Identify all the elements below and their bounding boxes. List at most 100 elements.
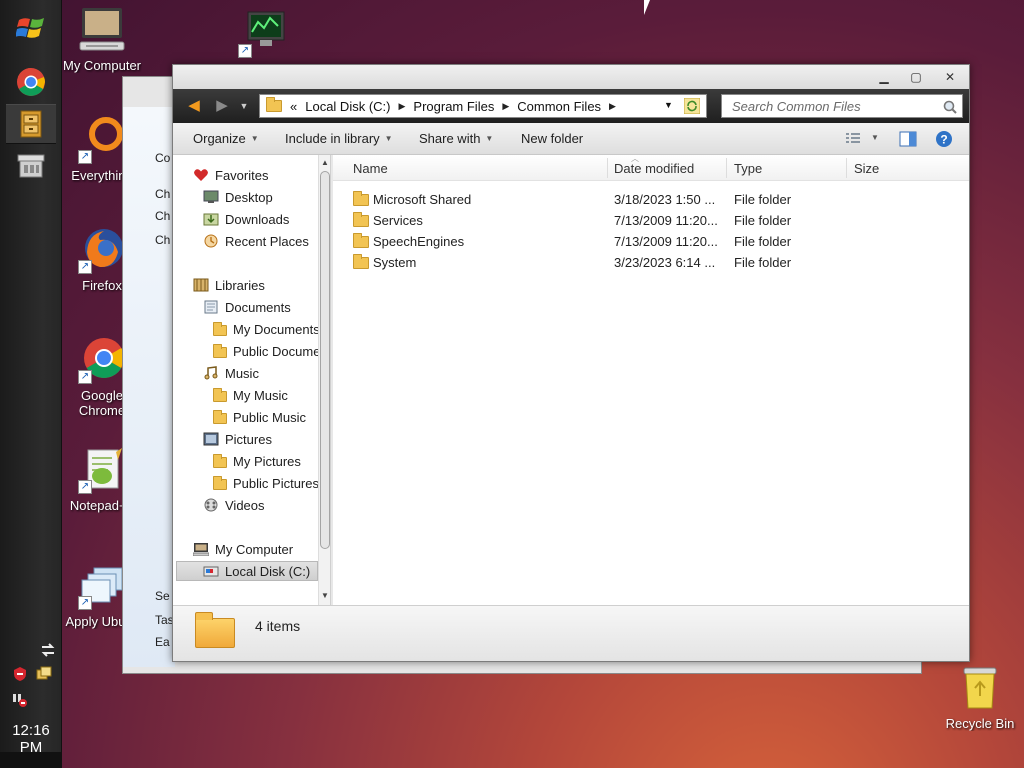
nav-label: My Computer	[215, 541, 294, 557]
view-details-icon[interactable]	[845, 132, 861, 146]
recent-places-icon	[204, 234, 218, 248]
nav-public-pictures[interactable]: Public Pictures	[213, 473, 330, 493]
file-name[interactable]: Microsoft Shared	[373, 192, 471, 207]
nav-music[interactable]: Music	[203, 363, 330, 383]
explorer-window[interactable]: ▁ ▢ ✕ ◀ ▶ ▼ « Local Disk (C:) ▶ Program …	[172, 64, 970, 662]
videos-icon	[204, 498, 218, 512]
column-separator[interactable]	[726, 158, 727, 178]
help-icon[interactable]: ?	[935, 130, 953, 148]
search-icon[interactable]	[943, 100, 957, 114]
windows-tray-icon[interactable]	[36, 666, 52, 682]
shortcut-arrow-icon: ↗	[78, 260, 92, 274]
background-window-label: Co	[155, 151, 171, 165]
file-date: 7/13/2009 11:20...	[614, 213, 718, 228]
nav-my-pictures[interactable]: My Pictures	[213, 451, 330, 471]
column-separator[interactable]	[846, 158, 847, 178]
file-row[interactable]: Services 7/13/2009 11:20... File folder	[351, 210, 951, 231]
start-button[interactable]	[6, 8, 56, 48]
taskbar-clock[interactable]: 12:16 PM	[0, 722, 62, 756]
chrome-icon	[17, 67, 45, 96]
column-header-type[interactable]: Type	[734, 155, 844, 181]
view-options-chevron-icon[interactable]: ▼	[871, 133, 879, 142]
local-disk-icon	[203, 566, 219, 577]
desktop-icon-my-computer[interactable]: My Computer	[62, 6, 142, 73]
recent-pages-button[interactable]: ▼	[235, 98, 253, 114]
file-name[interactable]: System	[373, 255, 416, 270]
nav-documents[interactable]: Documents	[203, 297, 330, 317]
breadcrumb-separator-icon[interactable]: ▶	[609, 101, 616, 112]
desktop-icon	[203, 190, 219, 203]
nav-my-computer[interactable]: My Computer	[193, 539, 330, 559]
nav-downloads[interactable]: Downloads	[203, 209, 330, 229]
refresh-icon[interactable]	[684, 98, 700, 114]
taskbar-archive-button[interactable]	[6, 146, 56, 186]
network-arrows-icon[interactable]	[40, 642, 56, 658]
shortcut-arrow-icon: ↗	[78, 480, 92, 494]
file-row[interactable]: Microsoft Shared 3/18/2023 1:50 ... File…	[351, 189, 951, 210]
nav-desktop[interactable]: Desktop	[203, 187, 330, 207]
breadcrumb-common-files[interactable]: Common Files	[517, 99, 601, 114]
taskbar-chrome-button[interactable]	[6, 62, 56, 102]
close-button[interactable]: ✕	[939, 69, 961, 85]
nav-local-disk[interactable]: Local Disk (C:)	[176, 561, 318, 581]
address-dropdown-icon[interactable]: ▼	[664, 100, 673, 110]
file-name[interactable]: SpeechEngines	[373, 234, 464, 249]
minimize-button[interactable]: ▁	[873, 69, 895, 85]
forward-button[interactable]: ▶	[213, 98, 231, 114]
file-row[interactable]: System 3/23/2023 6:14 ... File folder	[351, 252, 951, 273]
maximize-button[interactable]: ▢	[905, 69, 927, 85]
breadcrumb-local-disk[interactable]: Local Disk (C:)	[305, 99, 390, 114]
nav-public-documents[interactable]: Public Documents	[213, 341, 330, 361]
recycle-bin-icon	[963, 667, 997, 709]
column-header-size[interactable]: Size	[854, 155, 934, 181]
nav-label: Documents	[225, 299, 291, 315]
nav-label: Local Disk (C:)	[225, 563, 311, 579]
scroll-thumb[interactable]	[320, 171, 330, 549]
taskbar-explorer-button[interactable]	[6, 104, 56, 144]
share-with-menu[interactable]: Share with ▼	[419, 131, 493, 146]
breadcrumb-program-files[interactable]: Program Files	[413, 99, 494, 114]
organize-menu[interactable]: Organize ▼	[193, 131, 259, 146]
chevron-down-icon: ▼	[485, 134, 494, 143]
shield-tray-icon[interactable]	[12, 666, 28, 682]
breadcrumb-separator-icon[interactable]: ▶	[502, 101, 509, 112]
file-row[interactable]: SpeechEngines 7/13/2009 11:20... File fo…	[351, 231, 951, 252]
desktop-icon-recycle-bin[interactable]: Recycle Bin	[940, 664, 1020, 731]
address-field[interactable]: « Local Disk (C:) ▶ Program Files ▶ Comm…	[259, 94, 707, 118]
folder-icon	[195, 612, 235, 648]
nav-libraries[interactable]: Libraries	[193, 275, 330, 295]
address-bar-area: ◀ ▶ ▼ « Local Disk (C:) ▶ Program Files …	[173, 89, 969, 123]
nav-label: Desktop	[225, 189, 273, 205]
column-separator[interactable]	[607, 158, 608, 178]
file-list[interactable]: Name ︿ Date modified Type Size Microsoft…	[333, 154, 969, 605]
file-name[interactable]: Services	[373, 213, 423, 228]
share-with-label: Share with	[419, 131, 481, 146]
breadcrumb-separator-icon[interactable]: ▶	[398, 101, 405, 112]
nav-label: My Music	[233, 387, 288, 403]
nav-pictures[interactable]: Pictures	[203, 429, 330, 449]
title-bar[interactable]: ▁ ▢ ✕	[173, 65, 969, 89]
nav-public-music[interactable]: Public Music	[213, 407, 330, 427]
include-in-library-menu[interactable]: Include in library ▼	[285, 131, 393, 146]
network-disconnected-icon[interactable]	[12, 692, 28, 708]
pictures-icon	[203, 432, 219, 446]
include-in-library-label: Include in library	[285, 131, 380, 146]
nav-recent-places[interactable]: Recent Places	[203, 231, 330, 251]
nav-my-documents[interactable]: My Documents	[213, 319, 330, 339]
preview-pane-icon[interactable]	[899, 131, 917, 147]
back-button[interactable]: ◀	[185, 98, 203, 114]
file-date: 3/23/2023 6:14 ...	[614, 255, 716, 270]
nav-favorites[interactable]: Favorites	[193, 165, 330, 185]
scroll-down-icon[interactable]: ▼	[321, 591, 329, 600]
desktop-icon-label: My Computer	[62, 58, 142, 73]
breadcrumb-overflow[interactable]: «	[290, 99, 297, 114]
scroll-up-icon[interactable]: ▲	[321, 158, 329, 167]
column-header-date-modified[interactable]: Date modified	[614, 155, 724, 181]
search-input[interactable]: Search Common Files	[721, 94, 963, 118]
details-pane: 4 items	[173, 605, 969, 661]
column-header-name[interactable]: Name	[353, 155, 603, 181]
nav-videos[interactable]: Videos	[203, 495, 330, 515]
nav-my-music[interactable]: My Music	[213, 385, 330, 405]
new-folder-button[interactable]: New folder	[521, 131, 583, 146]
navigation-scrollbar[interactable]: ▲ ▼	[318, 155, 330, 605]
